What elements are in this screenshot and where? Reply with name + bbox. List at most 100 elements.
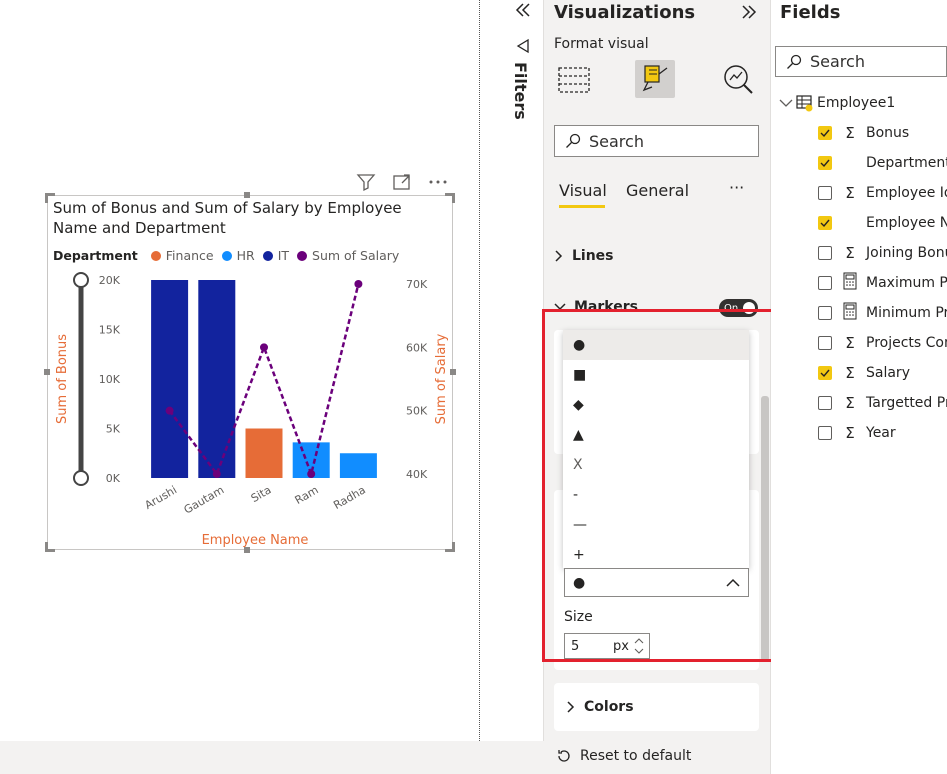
checkbox-unchecked[interactable]	[818, 306, 832, 320]
checkbox-unchecked[interactable]	[818, 186, 832, 200]
table-icon	[796, 95, 813, 112]
checkbox-checked[interactable]	[818, 126, 832, 140]
lines-section[interactable]: Lines	[554, 248, 614, 264]
y2-axis-title: Sum of Salary	[434, 333, 449, 424]
checkbox-checked[interactable]	[818, 156, 832, 170]
format-visual-label: Format visual	[554, 36, 649, 52]
x-tick-label: Radha	[331, 483, 368, 512]
resize-handle[interactable]	[244, 192, 250, 198]
field-label: Maximum Pr	[866, 275, 947, 291]
visualizations-title: Visualizations	[554, 2, 696, 23]
table-employee1[interactable]: Employee1	[779, 93, 895, 113]
checkbox-unchecked[interactable]	[818, 426, 832, 440]
y-tick-label: 5K	[106, 423, 121, 436]
tab-general[interactable]: General	[626, 181, 689, 200]
shape-option-triangle[interactable]: ▲	[563, 420, 749, 450]
corner-handle[interactable]	[445, 542, 455, 552]
filter-icon[interactable]	[356, 172, 376, 192]
collapse-chevrons-icon[interactable]	[514, 3, 532, 17]
sigma-icon: Σ	[845, 244, 855, 262]
markers-section[interactable]: Markers	[554, 299, 638, 315]
reset-label: Reset to default	[580, 748, 692, 764]
field-label: Joining Bonus	[866, 245, 947, 261]
more-tabs-icon[interactable]: ···	[729, 178, 744, 197]
colors-section[interactable]: Colors	[566, 699, 634, 715]
reset-icon	[558, 750, 570, 762]
viz-search-input[interactable]: Search	[554, 125, 759, 157]
x-tick-label: Gautam	[182, 483, 227, 516]
shape-option-x[interactable]: X	[563, 450, 749, 480]
focus-mode-icon[interactable]	[392, 172, 412, 192]
field-item[interactable]: Maximum Pr	[818, 272, 947, 294]
field-item[interactable]: Σ Bonus	[818, 123, 909, 143]
checkbox-unchecked[interactable]	[818, 336, 832, 350]
more-options-icon[interactable]	[428, 172, 448, 192]
checkbox-checked[interactable]	[818, 216, 832, 230]
field-item[interactable]: Σ Joining Bonus	[818, 243, 947, 263]
shape-option-long-dash[interactable]: —	[563, 510, 749, 540]
checkbox-unchecked[interactable]	[818, 396, 832, 410]
sigma-icon: Σ	[845, 334, 855, 352]
salary-point-radha	[354, 280, 363, 288]
y-tick-label: 20K	[99, 274, 121, 287]
size-unit: px	[613, 638, 629, 654]
field-item[interactable]: Σ Projects Com	[818, 333, 947, 353]
markers-toggle[interactable]: On	[719, 299, 758, 317]
y-axis-title: Sum of Bonus	[55, 334, 70, 424]
viz-scrollbar[interactable]	[761, 396, 769, 661]
field-item[interactable]: Employee Name	[818, 213, 947, 233]
reset-to-default[interactable]: Reset to default	[556, 748, 691, 764]
checkbox-unchecked[interactable]	[818, 246, 832, 260]
canvas-footer	[0, 741, 544, 774]
size-input[interactable]: 5 px	[564, 633, 650, 659]
shape-option-circle[interactable]: ●	[563, 330, 749, 360]
field-label: Projects Com	[866, 335, 947, 351]
field-item[interactable]: Σ Employee Id	[818, 183, 947, 203]
shape-select[interactable]: ●	[564, 568, 749, 597]
analytics-icon[interactable]	[718, 60, 758, 98]
shape-option-square[interactable]: ■	[563, 360, 749, 390]
shape-dropdown-list[interactable]: ● ■ ◆ ▲ X - — +	[563, 330, 749, 568]
chevron-up-icon	[726, 578, 740, 587]
fields-search-input[interactable]: Search	[775, 46, 947, 77]
resize-handle[interactable]	[244, 547, 250, 553]
filters-label[interactable]: Filters	[511, 62, 530, 120]
checkbox-unchecked[interactable]	[818, 276, 832, 290]
viz-search-placeholder: Search	[589, 131, 644, 151]
tab-visual[interactable]: Visual	[559, 181, 607, 200]
calculator-icon	[840, 272, 860, 294]
field-item[interactable]: Minimum Pr	[818, 302, 947, 323]
checkbox-checked[interactable]	[818, 366, 832, 380]
y2-tick-label: 70K	[406, 278, 428, 291]
corner-handle[interactable]	[445, 193, 455, 203]
field-item[interactable]: Σ Salary	[818, 363, 910, 383]
x-tick-label: Sita	[249, 483, 274, 505]
corner-handle[interactable]	[45, 542, 55, 552]
search-icon	[787, 54, 802, 69]
shape-option-dash[interactable]: -	[563, 480, 749, 510]
field-item[interactable]: Σ Year	[818, 423, 896, 443]
bar-sita	[245, 428, 283, 478]
add-fields-icon[interactable]	[554, 60, 594, 98]
tab-visual-underline	[559, 205, 605, 208]
shape-option-diamond[interactable]: ◆	[563, 390, 749, 420]
field-item[interactable]: Department	[818, 153, 947, 173]
shape-option-plus[interactable]: +	[563, 540, 749, 570]
y2-tick-label: 40K	[406, 468, 428, 481]
bar-radha	[339, 453, 377, 478]
format-visual-icon[interactable]	[635, 60, 675, 98]
resize-handle[interactable]	[450, 369, 456, 375]
stepper-icon[interactable]	[633, 635, 645, 657]
field-label: Year	[866, 425, 896, 441]
expand-chevrons-icon[interactable]	[740, 5, 758, 19]
chart-svg: 20K 15K 10K 5K 0K 70K 60K 50K 40K Arushi Gautam Sit…	[55, 272, 449, 548]
corner-handle[interactable]	[45, 193, 55, 203]
combo-chart-visual[interactable]: Sum of Bonus and Sum of Salary by Employ…	[47, 195, 453, 550]
resize-handle[interactable]	[44, 369, 50, 375]
markers-label: Markers	[574, 299, 638, 315]
chevron-down-icon	[554, 303, 566, 311]
field-label: Salary	[866, 365, 910, 381]
field-label: Employee Id	[866, 185, 947, 201]
field-item[interactable]: Σ Targetted Pr	[818, 393, 947, 413]
sigma-icon: Σ	[845, 394, 855, 412]
